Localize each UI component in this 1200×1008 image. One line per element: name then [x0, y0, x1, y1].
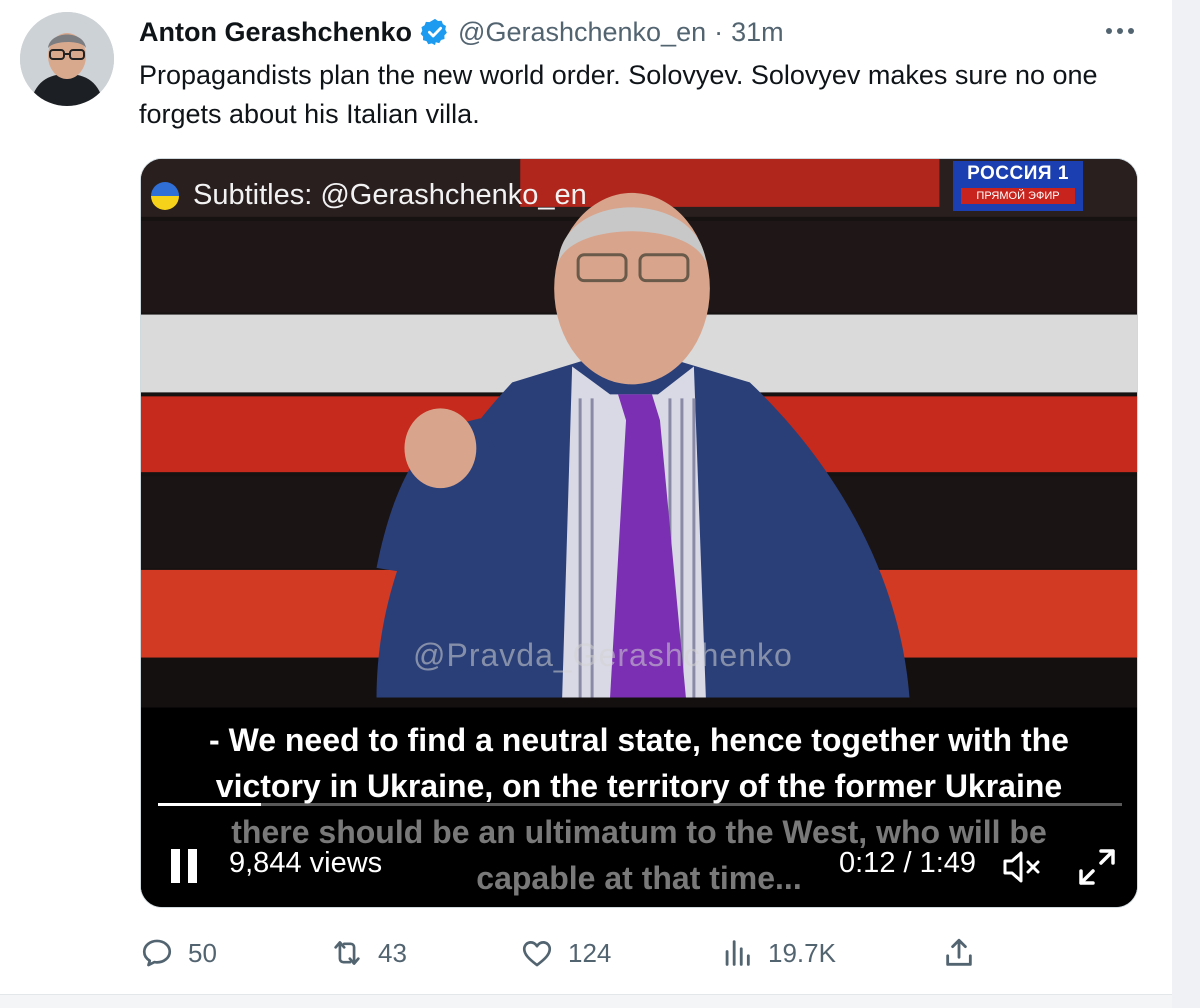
pause-icon[interactable]: [171, 849, 201, 883]
share-button[interactable]: [942, 932, 976, 974]
share-icon: [946, 938, 972, 966]
video-progress-bar[interactable]: [158, 803, 1122, 806]
tweet-card: Anton Gerashchenko @Gerashchenko_en · 31…: [0, 0, 1172, 1008]
channel-logo: РОССИЯ 1 ПРЯМОЙ ЭФИР: [953, 161, 1083, 211]
reply-count: 50: [188, 937, 217, 968]
video-progress-fill: [158, 803, 262, 806]
tweet-actions: 50 43 124 19.7K: [140, 932, 1000, 974]
view-count: 19.7K: [768, 937, 836, 968]
retweet-count: 43: [378, 937, 407, 968]
subtitle-credit-text: Subtitles: @Gerashchenko_en: [193, 179, 587, 211]
author-handle[interactable]: @Gerashchenko_en: [458, 17, 706, 48]
header-separator: ·: [714, 16, 724, 47]
analytics-button[interactable]: 19.7K: [720, 932, 836, 974]
like-button[interactable]: 124: [520, 932, 611, 974]
tweet-timestamp[interactable]: 31m: [731, 17, 784, 48]
subtitle-credit: Subtitles: @Gerashchenko_en: [151, 179, 587, 212]
fullscreen-icon[interactable]: [1077, 847, 1117, 887]
like-count: 124: [568, 937, 612, 968]
muted-speaker-icon[interactable]: [1001, 847, 1043, 887]
retweet-icon: [334, 941, 360, 965]
next-tweet-edge: [0, 994, 1172, 1008]
video-watermark: @Pravda_Gerashchenko: [413, 637, 793, 673]
more-options-icon[interactable]: [1100, 16, 1140, 46]
analytics-icon: [725, 940, 750, 966]
tweet-text: Propagandists plan the new world order. …: [139, 60, 1098, 129]
video-timecode: 0:12 / 1:49: [839, 847, 977, 879]
channel-name: РОССИЯ 1: [967, 163, 1069, 184]
author-name[interactable]: Anton Gerashchenko: [139, 17, 412, 48]
reply-icon: [142, 939, 172, 967]
author-avatar[interactable]: [20, 12, 114, 106]
tweet-header: Anton Gerashchenko @Gerashchenko_en · 31…: [139, 14, 784, 50]
video-controls: 9,844 views 0:12 / 1:49: [141, 839, 1137, 889]
page-gutter: [1172, 0, 1200, 1008]
video-player[interactable]: Subtitles: @Gerashchenko_en РОССИЯ 1 ПРЯ…: [140, 158, 1138, 908]
verified-badge-icon[interactable]: [420, 17, 450, 47]
video-view-count: 9,844 views: [229, 847, 383, 879]
heart-icon: [522, 941, 552, 967]
channel-live-label: ПРЯМОЙ ЭФИР: [961, 188, 1075, 204]
reply-button[interactable]: 50: [140, 932, 217, 974]
retweet-button[interactable]: 43: [330, 932, 407, 974]
avatar-photo: [20, 12, 114, 106]
caption-line-1: - We need to find a neutral state, hence…: [209, 722, 1069, 758]
ukraine-flag-icon: [151, 181, 179, 210]
